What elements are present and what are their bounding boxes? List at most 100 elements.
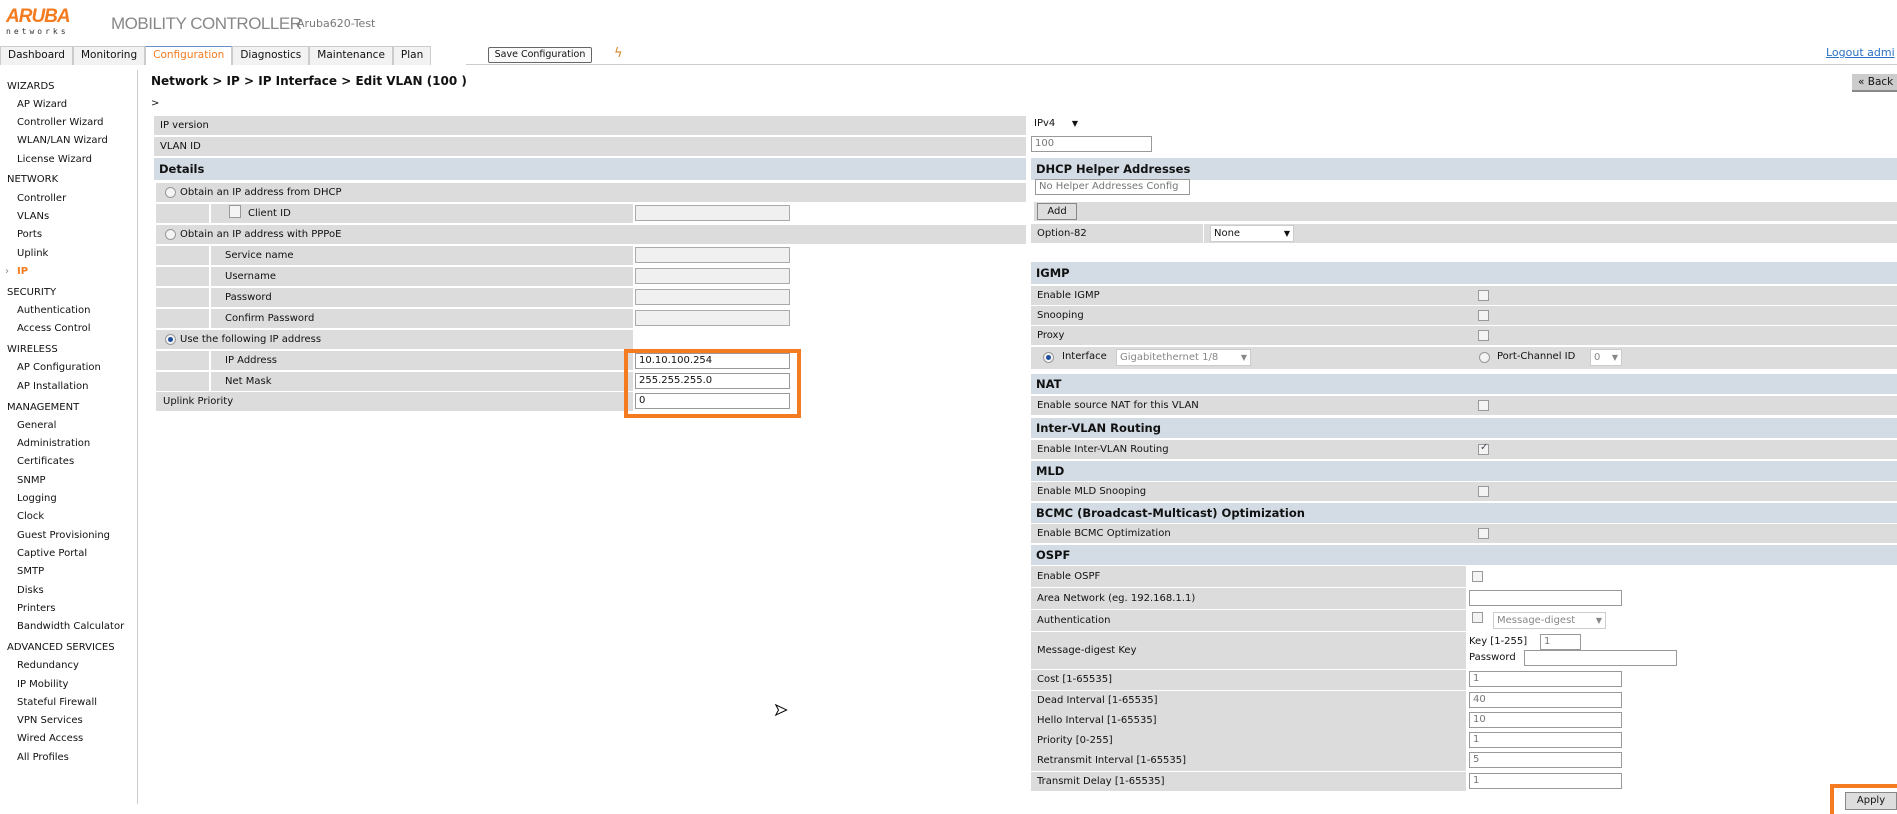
username-input[interactable] (635, 268, 790, 284)
snooping-checkbox[interactable] (1478, 310, 1489, 321)
sidebar-item-redundancy[interactable]: Redundancy (0, 657, 137, 675)
confirm-password-input[interactable] (635, 310, 790, 326)
indent-cell (156, 267, 209, 286)
retransmit-interval-row: Retransmit Interval [1-65535] (1031, 751, 1466, 771)
sidebar-item-controller[interactable]: Controller (0, 190, 137, 208)
password-input[interactable] (635, 289, 790, 305)
vlan-id-row: VLAN ID (154, 137, 1026, 156)
tab-diagnostics[interactable]: Diagnostics (232, 46, 310, 65)
hello-interval-input[interactable]: 10 (1469, 712, 1622, 728)
client-id-checkbox[interactable] (229, 205, 241, 218)
vlan-id-input[interactable]: 100 (1031, 136, 1152, 152)
igmp-header: IGMP (1031, 262, 1897, 284)
inter-vlan-header: Inter-VLAN Routing (1031, 418, 1897, 438)
dead-interval-input[interactable]: 40 (1469, 692, 1622, 708)
enable-inter-vlan-checkbox[interactable] (1478, 442, 1489, 455)
ip-address-label: IP Address (225, 355, 277, 366)
sidebar-item-general[interactable]: General (0, 417, 137, 435)
pppoe-radio[interactable] (165, 229, 176, 240)
priority-input[interactable]: 1 (1469, 732, 1622, 748)
port-channel-select[interactable]: 0 ▼ (1590, 349, 1622, 366)
port-channel-label: Port-Channel ID (1497, 351, 1576, 362)
sidebar-item-controller-wizard[interactable]: Controller Wizard (0, 114, 137, 132)
sidebar-item-logging[interactable]: Logging (0, 490, 137, 508)
interface-label: Interface (1062, 351, 1107, 362)
cost-row: Cost [1-65535] (1031, 670, 1466, 690)
key-input[interactable]: 1 (1540, 634, 1581, 650)
mld-header: MLD (1031, 461, 1897, 481)
back-button[interactable]: « Back (1852, 74, 1897, 92)
transmit-delay-input[interactable]: 1 (1469, 773, 1622, 789)
sidebar-item-ip[interactable]: IP (0, 263, 137, 282)
sidebar-item-access-control[interactable]: Access Control (0, 320, 137, 338)
sidebar-item-guest-provisioning[interactable]: Guest Provisioning (0, 527, 137, 545)
service-name-input[interactable] (635, 247, 790, 263)
dhcp-radio[interactable] (165, 187, 176, 198)
dead-interval-row: Dead Interval [1-65535] (1031, 691, 1466, 711)
helper-address-list[interactable]: No Helper Addresses Config (1035, 179, 1190, 195)
logout-link[interactable]: Logout admi (1826, 46, 1895, 59)
apply-button[interactable]: Apply (1845, 792, 1897, 810)
sidebar-item-vlans[interactable]: VLANs (0, 208, 137, 226)
sidebar-item-wlan-lan-wizard[interactable]: WLAN/LAN Wizard (0, 132, 137, 150)
indent-cell (156, 372, 209, 391)
sidebar-item-snmp[interactable]: SNMP (0, 472, 137, 490)
static-ip-radio[interactable] (165, 334, 176, 345)
sidebar-item-certificates[interactable]: Certificates (0, 453, 137, 471)
retransmit-interval-input[interactable]: 5 (1469, 752, 1622, 768)
enable-igmp-checkbox[interactable] (1478, 290, 1489, 301)
tab-monitoring[interactable]: Monitoring (72, 46, 146, 65)
enable-bcmc-checkbox[interactable] (1478, 528, 1489, 539)
tab-maintenance[interactable]: Maintenance (309, 46, 393, 65)
option82-select[interactable]: None ▼ (1210, 225, 1294, 242)
sidebar-item-printers[interactable]: Printers (0, 600, 137, 618)
enable-inter-vlan-row: Enable Inter-VLAN Routing (1031, 440, 1897, 459)
sidebar-item-ports[interactable]: Ports (0, 226, 137, 244)
sidebar-item-ap-wizard[interactable]: AP Wizard (0, 96, 137, 114)
sidebar-item-administration[interactable]: Administration (0, 435, 137, 453)
proxy-checkbox[interactable] (1478, 330, 1489, 341)
breadcrumb-marker: > (151, 98, 160, 109)
sidebar-item-ip-mobility[interactable]: IP Mobility (0, 676, 137, 694)
interface-radio[interactable] (1043, 352, 1054, 363)
sidebar-item-bandwidth-calculator[interactable]: Bandwidth Calculator (0, 618, 137, 636)
dropdown-arrow-icon: ▼ (1611, 353, 1618, 362)
dropdown-arrow-icon: ▼ (1595, 616, 1602, 625)
sidebar-item-disks[interactable]: Disks (0, 582, 137, 600)
sidebar-item-vpn-services[interactable]: VPN Services (0, 712, 137, 730)
sidebar-item-uplink[interactable]: Uplink (0, 245, 137, 263)
save-configuration-button[interactable]: Save Configuration (488, 47, 592, 63)
sidebar-item-captive-portal[interactable]: Captive Portal (0, 545, 137, 563)
area-network-input[interactable] (1469, 590, 1622, 606)
authentication-checkbox[interactable] (1472, 612, 1483, 623)
authentication-select[interactable]: Message-digest ▼ (1493, 612, 1606, 629)
sidebar-item-license-wizard[interactable]: License Wizard (0, 151, 137, 169)
add-row (1034, 202, 1897, 221)
client-id-input[interactable] (635, 205, 790, 221)
logo-text: ARUBA (6, 6, 71, 27)
tab-dashboard[interactable]: Dashboard (0, 46, 73, 65)
sidebar-item-ap-configuration[interactable]: AP Configuration (0, 359, 137, 377)
sidebar-item-stateful-firewall[interactable]: Stateful Firewall (0, 694, 137, 712)
mouse-cursor-icon: ➤ (773, 700, 788, 720)
enable-ospf-checkbox[interactable] (1472, 571, 1483, 582)
tab-plan[interactable]: Plan (392, 46, 432, 65)
add-helper-button[interactable]: Add (1037, 203, 1077, 220)
enable-nat-checkbox[interactable] (1478, 400, 1489, 411)
port-channel-radio[interactable] (1479, 352, 1490, 363)
sidebar-item-authentication[interactable]: Authentication (0, 302, 137, 320)
sidebar-item-all-profiles[interactable]: All Profiles (0, 749, 137, 767)
lightning-icon[interactable]: ϟ (614, 46, 623, 61)
enable-mld-checkbox[interactable] (1478, 486, 1489, 497)
interface-select[interactable]: Gigabitethernet 1/8 ▼ (1116, 349, 1251, 366)
sidebar-item-clock[interactable]: Clock (0, 508, 137, 526)
cost-input[interactable]: 1 (1469, 671, 1622, 687)
md-password-input[interactable] (1524, 650, 1677, 666)
sidebar-group-security: SECURITY (7, 286, 57, 298)
ip-version-select[interactable]: IPv4 ▼ (1031, 116, 1081, 133)
sidebar-item-ap-installation[interactable]: AP Installation (0, 378, 137, 396)
static-option-label: Use the following IP address (180, 334, 322, 345)
sidebar-item-wired-access[interactable]: Wired Access (0, 730, 137, 748)
tab-configuration[interactable]: Configuration (145, 46, 233, 65)
sidebar-item-smtp[interactable]: SMTP (0, 563, 137, 581)
